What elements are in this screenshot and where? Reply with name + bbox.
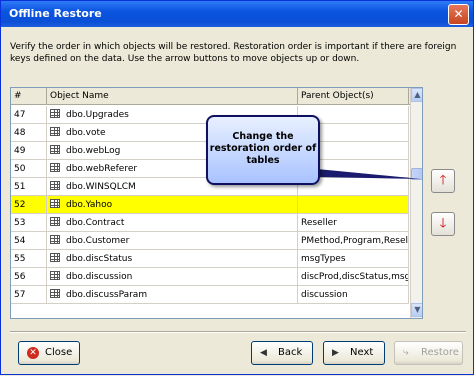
table-icon [50,289,60,298]
table-icon [50,253,60,262]
table-icon [50,181,60,190]
back-arrow-icon: ◀ [260,348,267,358]
restore-button[interactable]: ⤷ Restore [394,341,463,365]
footer-separator [10,331,466,333]
object-name: dbo.discussParam [66,290,148,300]
grid-header: # Object Name Parent Object(s) [11,88,411,105]
move-up-button[interactable]: 🡑 [431,169,455,193]
table-row[interactable]: 54 dbo.Customer PMethod,Program,Reseller [11,232,409,250]
object-name: dbo.webLog [66,146,121,156]
table-icon [50,145,60,154]
close-button-label: Close [45,347,73,358]
table-icon [50,199,60,208]
parent-objects-cell: discussion [298,286,409,304]
table-icon [50,127,60,136]
back-button-label: Back [278,347,303,358]
parent-objects-cell: discProd,discStatus,msgT [298,268,409,286]
row-number: 57 [11,286,47,304]
up-arrow-icon: 🡑 [439,173,447,188]
scroll-down-button[interactable]: ▼ [411,303,422,317]
object-name: dbo.vote [66,128,106,138]
object-name-cell: dbo.discussParam [47,286,298,304]
row-number: 51 [11,178,47,196]
row-number: 53 [11,214,47,232]
parent-objects-cell [298,196,409,214]
next-button[interactable]: ▶ Next [323,341,385,365]
object-name: dbo.discStatus [66,254,133,264]
restore-icon: ⤷ [403,347,409,358]
table-row[interactable]: 56 dbo.discussion discProd,discStatus,msgT [11,268,409,286]
table-row[interactable]: 57 dbo.discussParam discussion [11,286,409,304]
table-icon [50,235,60,244]
table-icon [50,217,60,226]
object-name-cell: dbo.discussion [47,268,298,286]
vertical-scrollbar[interactable]: ▲ ▼ [410,88,422,318]
row-number: 52 [11,196,47,214]
back-button[interactable]: ◀ Back [251,341,313,365]
close-icon: ✕ [27,347,39,359]
parent-objects-cell: PMethod,Program,Reseller [298,232,409,250]
window-title: Offline Restore [9,7,102,20]
parent-objects-cell: msgTypes [298,250,409,268]
parent-objects-cell: Reseller [298,214,409,232]
table-row[interactable]: 53 dbo.Contract Reseller [11,214,409,232]
scroll-thumb[interactable] [411,168,422,180]
table-row-partial [11,303,409,318]
object-name-cell: dbo.Contract [47,214,298,232]
object-name: dbo.Yahoo [66,200,113,210]
row-number: 54 [11,232,47,250]
table-icon [50,163,60,172]
object-name: dbo.Contract [66,218,125,228]
window-close-button[interactable]: ✕ [448,4,469,25]
down-arrow-icon: 🡓 [439,216,447,231]
instructions-text: Verify the order in which objects will b… [10,42,457,64]
table-icon [50,271,60,280]
object-name: dbo.Customer [66,236,130,246]
next-button-label: Next [350,347,374,358]
close-button[interactable]: ✕ Close [18,341,80,365]
row-number: 56 [11,268,47,286]
object-name-cell: dbo.Customer [47,232,298,250]
row-number: 55 [11,250,47,268]
object-name: dbo.Upgrades [66,110,129,120]
scroll-up-button[interactable]: ▲ [411,88,422,102]
table-icon [50,109,60,118]
object-name-cell: dbo.Yahoo [47,196,298,214]
table-row[interactable]: 52 dbo.Yahoo [11,196,409,214]
next-arrow-icon: ▶ [332,348,339,358]
object-name: dbo.WINSQLCM [66,182,136,192]
object-name: dbo.webReferer [66,164,138,174]
callout-text: Change the restoration order of tables [209,131,317,166]
callout-box: Change the restoration order of tables [206,115,320,185]
column-header-number[interactable]: # [11,88,47,105]
restore-button-label: Restore [421,347,459,358]
offline-restore-window: Offline Restore ✕ Verify the order in wh… [0,0,474,375]
column-header-object-name[interactable]: Object Name [47,88,298,105]
row-number: 48 [11,124,47,142]
title-bar[interactable]: Offline Restore ✕ [1,1,473,27]
move-down-button[interactable]: 🡓 [431,212,455,236]
row-number: 50 [11,160,47,178]
object-name-cell: dbo.discStatus [47,250,298,268]
column-header-parent-objects[interactable]: Parent Object(s) [298,88,409,105]
object-name: dbo.discussion [66,272,133,282]
table-row[interactable]: 55 dbo.discStatus msgTypes [11,250,409,268]
row-number: 49 [11,142,47,160]
row-number: 47 [11,106,47,124]
